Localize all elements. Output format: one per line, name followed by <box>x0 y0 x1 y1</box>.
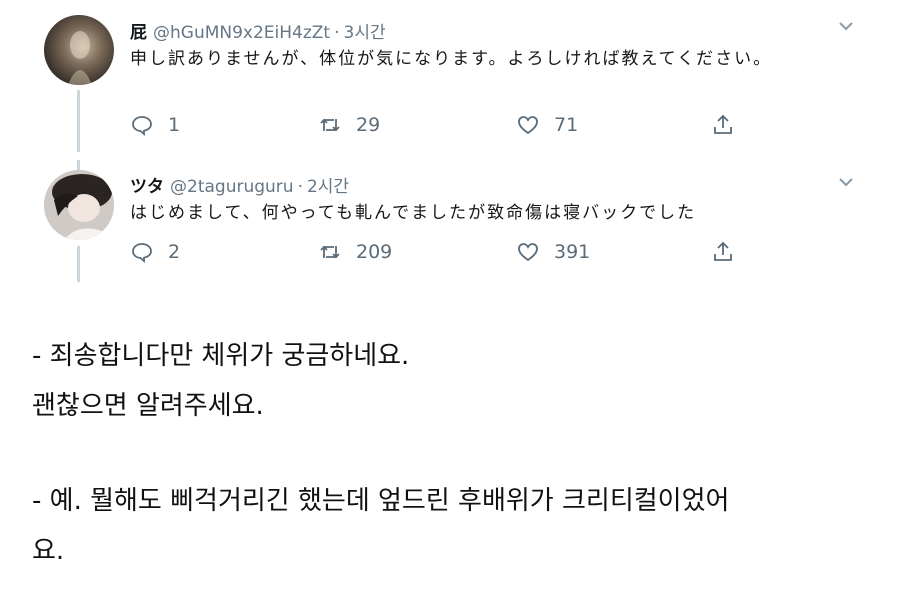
like-icon <box>518 116 538 135</box>
retweet-count: 209 <box>356 241 393 263</box>
avatar-image <box>68 31 92 85</box>
share-button[interactable] <box>711 240 749 264</box>
retweet-count: 29 <box>356 114 381 136</box>
tweet-header: 屁 @hGuMN9x2EiH4zZt · 3시간 <box>130 18 386 43</box>
tweet-actions: 1 29 71 <box>130 113 770 143</box>
retweet-icon <box>320 118 340 132</box>
display-name[interactable]: 屁 <box>130 23 147 43</box>
timestamp[interactable]: 2시간 <box>307 177 349 197</box>
avatar[interactable] <box>44 15 114 85</box>
avatar[interactable] <box>44 170 114 240</box>
avatar-image <box>44 170 114 240</box>
tweet-actions: 2 209 391 <box>130 240 770 270</box>
caption-answer-line1: - 예. 뭘해도 삐걱거리긴 했는데 엎드린 후배위가 크리티컬이었어 <box>32 486 730 516</box>
separator-dot: · <box>334 23 340 43</box>
reply-count: 2 <box>168 241 181 263</box>
user-handle[interactable]: @hGuMN9x2EiH4zZt <box>153 23 330 43</box>
retweet-button[interactable]: 29 <box>318 113 380 137</box>
caption-question-line1: - 죄송합니다만 체위가 궁금하네요. <box>32 341 410 371</box>
tweet-text: 申し訳ありませんが、体位が気になります。よろしければ教えてください。 <box>130 49 773 69</box>
like-count: 391 <box>554 241 591 263</box>
display-name[interactable]: ツタ <box>130 177 164 197</box>
reply-icon <box>132 116 152 136</box>
timestamp[interactable]: 3시간 <box>344 23 386 43</box>
caption-question-line2: 괜찮으면 알려주세요. <box>32 391 264 421</box>
share-button[interactable] <box>711 113 749 137</box>
reply-count: 1 <box>168 114 181 136</box>
chevron-down-icon[interactable] <box>836 172 856 192</box>
separator-dot: · <box>297 177 303 197</box>
like-button[interactable]: 391 <box>516 240 590 264</box>
retweet-icon <box>320 245 340 259</box>
thread-line <box>77 90 80 152</box>
share-icon <box>714 241 732 261</box>
chevron-down-icon[interactable] <box>836 16 856 36</box>
like-button[interactable]: 71 <box>516 113 578 137</box>
tweet-text: はじめまして、何やっても軋んでましたが致命傷は寝バックでした <box>130 203 697 223</box>
reply-icon <box>132 243 152 263</box>
like-count: 71 <box>554 114 579 136</box>
reply-button[interactable]: 2 <box>130 240 180 264</box>
like-icon <box>518 243 538 262</box>
reply-button[interactable]: 1 <box>130 113 180 137</box>
share-icon <box>714 114 732 134</box>
thread-line <box>77 246 80 282</box>
tweet-header: ツタ @2taguruguru · 2시간 <box>130 172 349 197</box>
user-handle[interactable]: @2taguruguru <box>170 177 294 197</box>
thread-line <box>77 160 80 170</box>
retweet-button[interactable]: 209 <box>318 240 392 264</box>
caption-answer-line2: 요. <box>32 536 65 566</box>
